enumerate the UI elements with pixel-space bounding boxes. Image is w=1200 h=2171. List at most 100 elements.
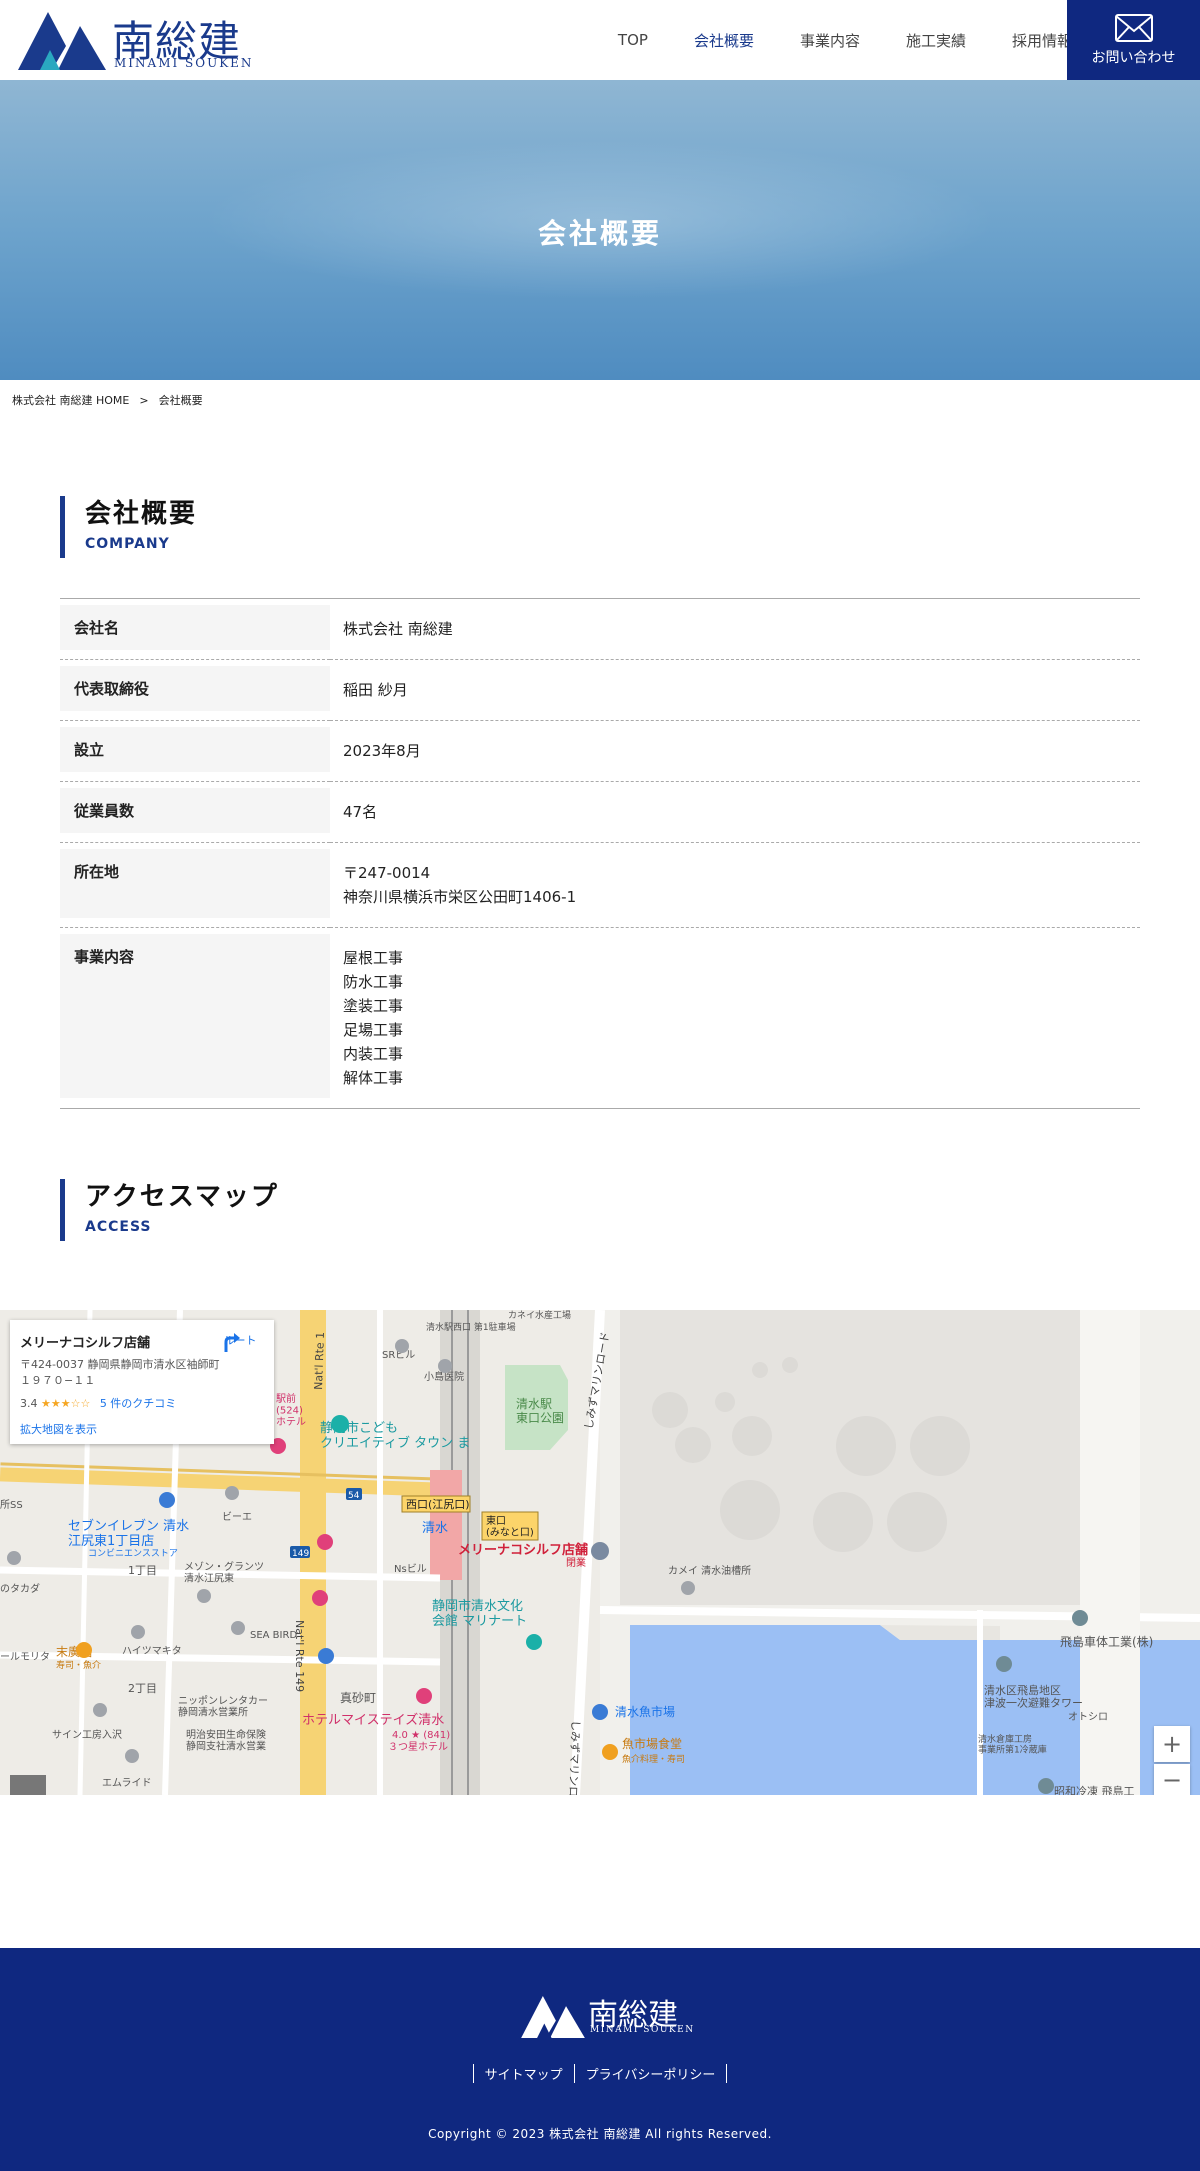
map-label-itchome: 1丁目 <box>128 1564 157 1577</box>
hero-banner: 会社概要 <box>0 80 1200 380</box>
row-label-cell: 所在地 <box>60 843 330 928</box>
map-pin-icon[interactable] <box>131 1625 145 1639</box>
row-label: 事業内容 <box>60 934 330 1098</box>
contact-button[interactable]: お問い合わせ <box>1067 0 1200 80</box>
map-label-marker[interactable]: メリーナコシルフ店舗 <box>458 1542 588 1558</box>
page-title: 会社概要 <box>537 217 662 250</box>
footer-logo-mark-icon <box>521 1996 585 2038</box>
restaurant-pin-icon[interactable] <box>602 1744 618 1760</box>
privacy-policy-link[interactable]: プライバシーポリシー <box>573 2064 728 2083</box>
nav-business[interactable]: 事業内容 <box>800 30 860 51</box>
site-logo[interactable]: 南総建 MINAMI SOUKEN <box>18 10 251 72</box>
map-pin-icon[interactable] <box>93 1703 107 1717</box>
footer-links: サイトマップ プライバシーポリシー <box>0 2064 1200 2083</box>
map-thumbnail[interactable] <box>10 1775 46 1795</box>
copyright: Copyright © 2023 株式会社 南総建 All rights Res… <box>428 2127 772 2141</box>
row-label-cell: 会社名 <box>60 599 330 660</box>
hotel-pin-icon[interactable] <box>317 1534 333 1550</box>
footer-logo[interactable]: 南総建 MINAMI SOUKEN <box>520 1992 693 2040</box>
map-label-nichome: 2丁目 <box>128 1682 157 1695</box>
nav-works[interactable]: 施工実績 <box>906 30 966 51</box>
table-row: 代表取締役 稲田 紗月 <box>60 660 1140 721</box>
main-nav: TOP 会社概要 事業内容 施工実績 採用情報 <box>572 0 1072 80</box>
view-larger-map-link[interactable]: 拡大地図を表示 <box>20 1421 264 1437</box>
map-pin-icon[interactable] <box>7 1551 21 1565</box>
market-pin-icon[interactable] <box>592 1704 608 1720</box>
hotel-pin-icon[interactable] <box>416 1688 432 1704</box>
map-pin-icon[interactable] <box>125 1749 139 1763</box>
map-label-kamei: カメイ 清水油槽所 <box>668 1564 751 1577</box>
map-label-seven-sub: コンビニエンスストア <box>88 1548 178 1559</box>
map-label-takada: のタカダ <box>0 1582 40 1595</box>
company-info-table: 会社名 株式会社 南総建 代表取締役 稲田 紗月 設立 2023年8月 従業員数… <box>60 598 1140 1109</box>
restaurant-pin-icon[interactable] <box>76 1642 92 1658</box>
map-label-rte1: Nat'l Rte 1 <box>312 1332 327 1390</box>
row-value-line: 屋根工事 <box>343 949 404 967</box>
attraction-pin-icon[interactable] <box>331 1415 349 1433</box>
zoom-out-button[interactable]: − <box>1154 1764 1190 1795</box>
table-row: 従業員数 47名 <box>60 782 1140 843</box>
directions-icon <box>224 1333 240 1352</box>
table-row: 所在地 〒247-0014 神奈川県横浜市栄区公田町1406-1 <box>60 843 1140 928</box>
row-label-cell: 設立 <box>60 721 330 782</box>
access-section-heading: アクセスマップ ACCESS <box>60 1179 460 1241</box>
row-value-line: 株式会社 南総建 <box>343 620 453 638</box>
company-section-heading: 会社概要 COMPANY <box>60 496 460 558</box>
row-value-line: 内装工事 <box>343 1045 404 1063</box>
nav-recruit[interactable]: 採用情報 <box>1012 30 1072 51</box>
map-label-station-west: 清水駅西口 第1駐車場 <box>426 1321 516 1333</box>
row-label-cell: 事業内容 <box>60 928 330 1109</box>
breadcrumb: 株式会社 南総建 HOME > 会社概要 <box>12 392 203 408</box>
zoom-in-button[interactable]: + <box>1154 1726 1190 1762</box>
site-footer: 南総建 MINAMI SOUKEN サイトマップ プライバシーポリシー Copyr… <box>0 1948 1200 2171</box>
row-label: 所在地 <box>60 849 330 918</box>
row-value: 2023年8月 <box>330 721 1140 782</box>
hotel-pin-icon[interactable] <box>312 1590 328 1606</box>
footer-logo-subtext: MINAMI SOUKEN <box>590 2025 695 2035</box>
access-heading: アクセスマップ <box>85 1182 279 1212</box>
culture-pin-icon[interactable] <box>526 1634 542 1650</box>
map-pin-icon[interactable] <box>395 1339 409 1353</box>
row-value-line: 防水工事 <box>343 973 404 991</box>
map-pin-icon[interactable] <box>681 1581 695 1595</box>
breadcrumb-home[interactable]: 株式会社 南総建 HOME <box>12 394 129 407</box>
marker-pin-icon[interactable] <box>591 1542 609 1560</box>
map-label-tobishima: 飛島車体工業(株) <box>1060 1634 1153 1649</box>
map-pin-icon[interactable] <box>231 1621 245 1635</box>
map-label-route149: 149 <box>292 1549 309 1559</box>
directions-button[interactable]: ルート <box>220 1332 260 1352</box>
company-heading-en: COMPANY <box>85 536 170 552</box>
shop-pin-icon[interactable] <box>318 1648 334 1664</box>
row-value-line: 2023年8月 <box>343 742 421 760</box>
row-value: 稲田 紗月 <box>330 660 1140 721</box>
google-map[interactable]: Nat'l Rte 1 Nat'l Rte 149 しみずマリンロード しみずマ… <box>0 1310 1200 1795</box>
nav-top[interactable]: TOP <box>618 31 648 49</box>
map-pin-icon[interactable] <box>225 1486 239 1500</box>
map-label-ss: 所SS <box>0 1499 23 1511</box>
map-label-sushi-sub: 寿司・魚介 <box>56 1659 101 1671</box>
nav-company[interactable]: 会社概要 <box>694 30 754 51</box>
company-pin-icon[interactable] <box>1072 1610 1088 1626</box>
map-label-bunka: 静岡市清水文化会館 マリナート <box>432 1598 527 1629</box>
reviews-link[interactable]: 5 件のクチコミ <box>100 1397 177 1410</box>
breadcrumb-current: 会社概要 <box>158 394 203 407</box>
row-label-cell: 従業員数 <box>60 782 330 843</box>
table-row: 設立 2023年8月 <box>60 721 1140 782</box>
map-label-sain: サイン工房入沢 <box>52 1728 122 1741</box>
map-label-ns: Nsビル <box>394 1563 427 1575</box>
map-pin-icon[interactable] <box>438 1359 452 1373</box>
row-label: 従業員数 <box>60 788 330 833</box>
sitemap-link[interactable]: サイトマップ <box>472 2064 574 2083</box>
map-pin-icon[interactable] <box>197 1589 211 1603</box>
map-label-hotel-rating: 4.0 ★ (841) <box>392 1730 450 1741</box>
map-label-manasago: 真砂町 <box>340 1691 376 1705</box>
logo-subtext: MINAMI SOUKEN <box>114 56 254 70</box>
company-pin-icon[interactable] <box>996 1656 1012 1672</box>
place-address: 〒424-0037 静岡県静岡市清水区袖師町１９７０−１１ <box>20 1358 220 1387</box>
place-rating: 3.4 ★★★☆☆ 5 件のクチコミ <box>20 1395 264 1411</box>
map-label-route54: 54 <box>348 1491 360 1501</box>
row-value-line: 足場工事 <box>343 1021 404 1039</box>
company-pin-icon[interactable] <box>1038 1778 1054 1794</box>
convenience-pin-icon[interactable] <box>159 1492 175 1508</box>
map-label-bina: ビーエ <box>222 1511 252 1523</box>
